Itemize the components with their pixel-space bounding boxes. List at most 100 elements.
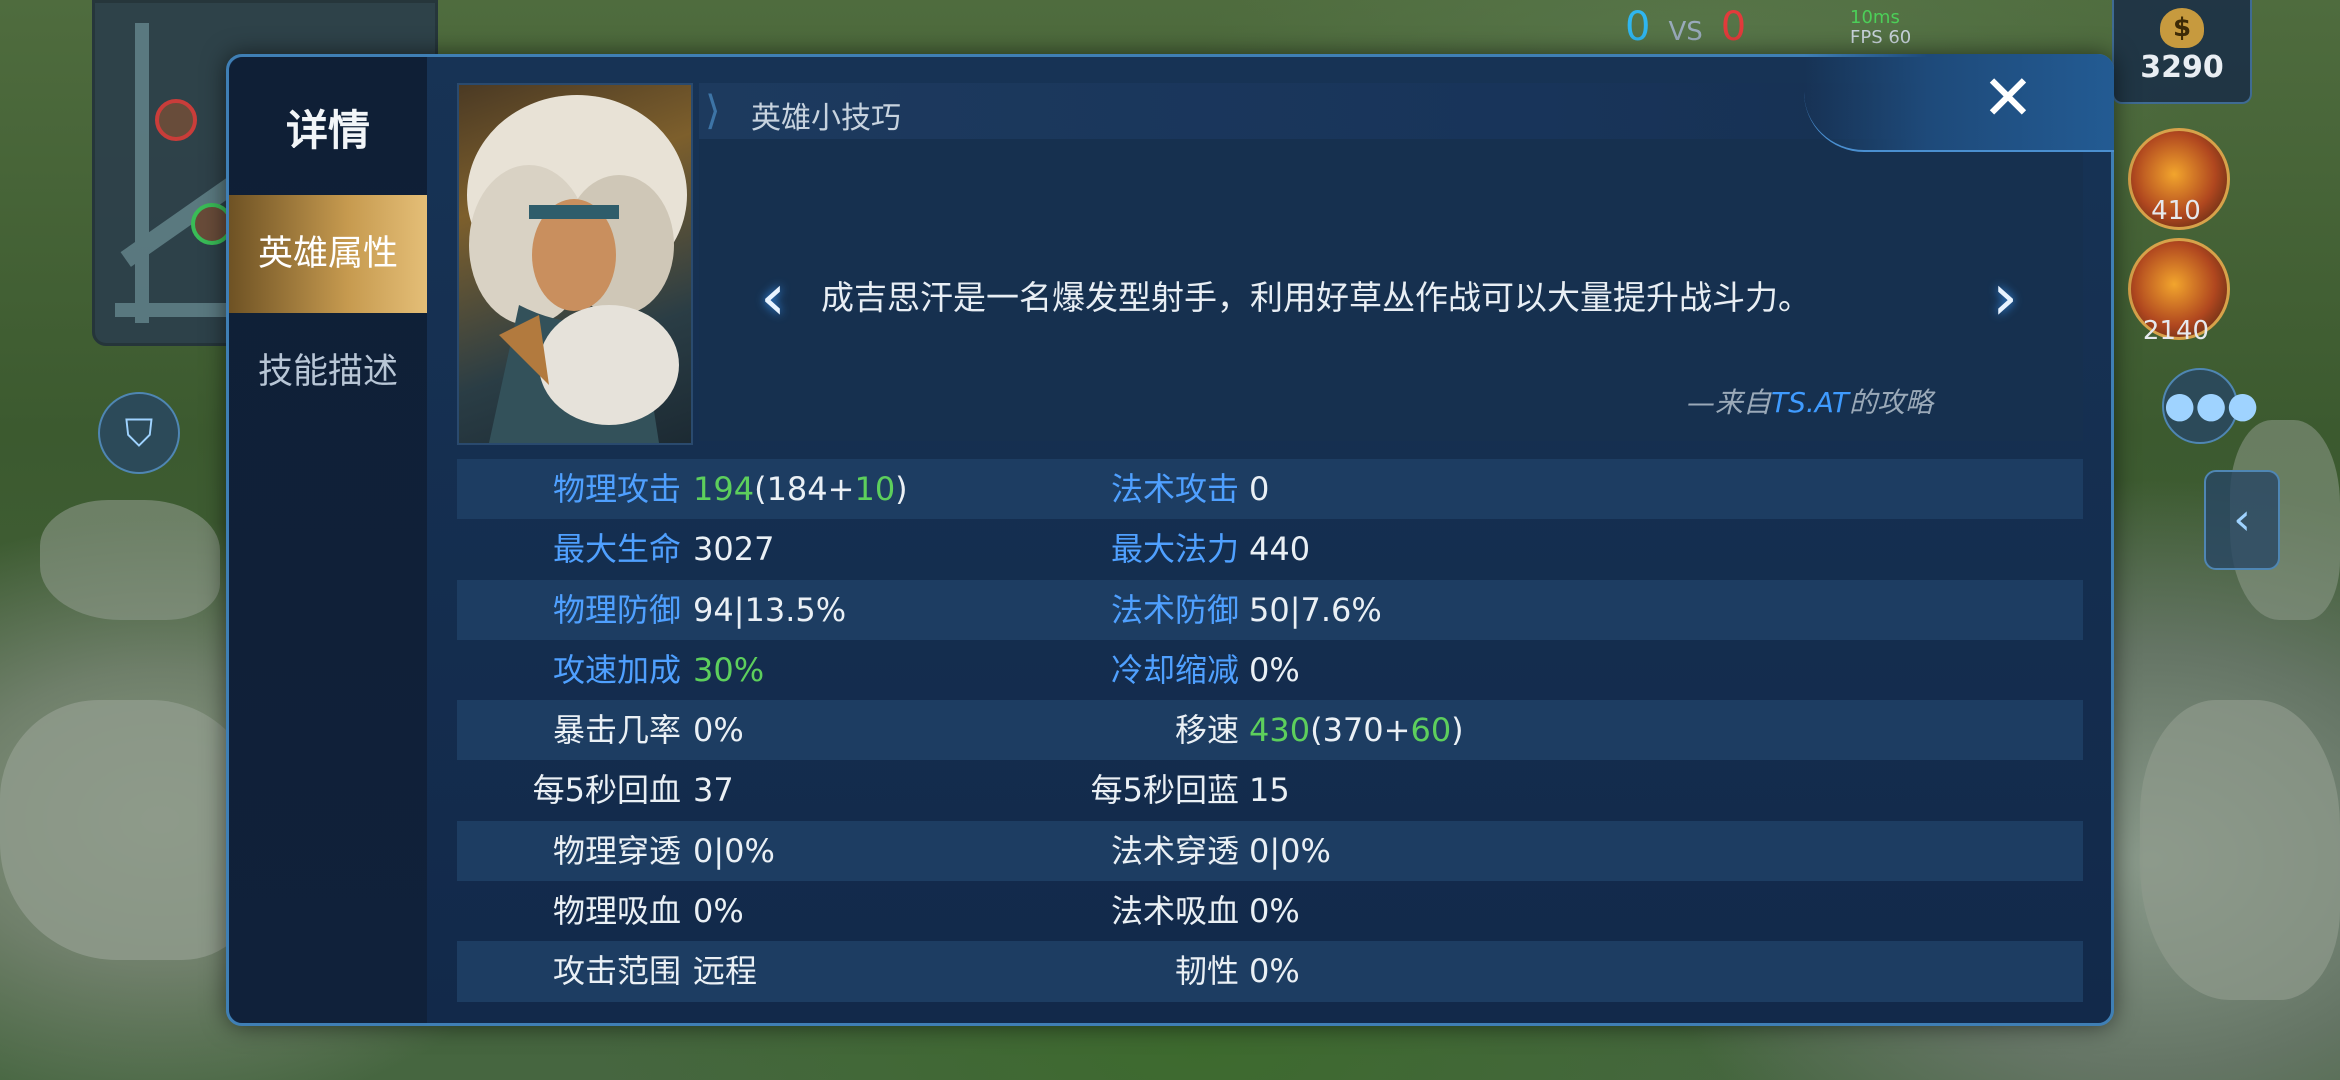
chat-icon[interactable]: ●●● (2162, 368, 2258, 444)
tip-source: —来自TS.AT的攻略 (1687, 381, 1933, 421)
fps-text: FPS 60 (1850, 27, 1912, 48)
shop-item-2-price: 2140 (2142, 316, 2210, 346)
stat-row: 物理吸血 0% 法术吸血 0% (457, 881, 2083, 941)
stat-value-part: 50|7.6% (1249, 590, 1382, 629)
stat-row: 攻速加成 30% 冷却缩减 0% (457, 640, 2083, 700)
stat-value-part: ) (895, 470, 908, 508)
tab-hero-attributes[interactable]: 英雄属性 (229, 195, 427, 313)
close-button-area: ✕ (1804, 54, 2114, 152)
gold-bag-icon: $ (2160, 8, 2204, 48)
stat-value: 0% (693, 700, 744, 760)
network-status: 10ms FPS 60 (1850, 8, 1911, 48)
stat-row: 物理攻击 194(184+10) 法术攻击 0 (457, 459, 2083, 520)
stat-value-part: 60 (1410, 711, 1452, 750)
stat-row: 物理穿透 0|0% 法术穿透 0|0% (457, 820, 2083, 882)
stat-value-part: 远程 (693, 952, 758, 991)
stat-label: 物理吸血 (552, 892, 681, 931)
rock-terrain (2140, 700, 2340, 1000)
stat-value-part: 37 (693, 771, 734, 810)
stat-value-part: 0% (1249, 892, 1300, 931)
stat-value-part: 0% (693, 711, 744, 750)
sidebar-title: 详情 (285, 106, 370, 155)
close-button[interactable]: ✕ (1978, 67, 2038, 129)
stat-value: 0% (1249, 640, 1300, 700)
hero-portrait-art (467, 95, 687, 443)
stat-value-part: 440 (1249, 530, 1311, 569)
stat-label: 物理防御 (552, 590, 681, 629)
stat-label: 最大生命 (552, 530, 681, 569)
score-blue: 0 (1625, 4, 1651, 50)
tab-skill-description[interactable]: 技能描述 (229, 313, 427, 431)
stat-value-part: 94|13.5% (693, 590, 847, 629)
score-vs: VS (1668, 17, 1703, 47)
tip-text: 成吉思汗是一名爆发型射手，利用好草丛作战可以大量提升战斗力。 (821, 278, 1811, 317)
stat-label: 攻速加成 (552, 650, 681, 689)
hero-stats-table: 物理攻击 194(184+10) 法术攻击 0 最大生命 3027 最大法力 440 物理防御 9… (457, 459, 2083, 1002)
stat-row: 物理防御 94|13.5% 法术防御 50|7.6% (457, 579, 2083, 640)
stat-value-part: 194 (693, 470, 755, 508)
rock-terrain (40, 500, 220, 620)
stat-value-part: 0% (693, 892, 744, 931)
stat-value: 30% (693, 640, 764, 700)
stat-value: 430(370+60) (1249, 700, 1464, 760)
stat-label: 冷却缩减 (1110, 650, 1239, 689)
stat-label: 物理穿透 (552, 831, 681, 870)
stat-value-part: (184+ (754, 470, 855, 508)
stat-row: 攻击范围 远程 韧性 0% (457, 941, 2083, 1002)
stat-label: 法术攻击 (1110, 470, 1239, 508)
tips-title: 英雄小技巧 (751, 101, 901, 136)
stat-value-part: (370+ (1310, 711, 1411, 750)
rock-terrain (0, 700, 260, 960)
tip-source-author[interactable]: TS.AT (1771, 386, 1849, 419)
hero-detail-dialog: 详情 英雄属性 技能描述 ⟩ 英雄小技巧 ‹ 成吉思汗是一名爆发型射手，利用好草… (226, 54, 2114, 1026)
stat-value: 94|13.5% (693, 580, 846, 640)
stat-value-part: 0|0% (693, 831, 775, 870)
stat-value: 0% (693, 881, 744, 941)
gold-amount: 3290 (2140, 50, 2224, 85)
dialog-sidebar: 详情 英雄属性 技能描述 (229, 57, 427, 1023)
tip-source-suffix: 的攻略 (1848, 386, 1933, 419)
score-red: 0 (1720, 4, 1747, 50)
stat-row: 每5秒回血 37 每5秒回蓝 15 (457, 760, 2083, 820)
expand-panel-icon[interactable]: ‹ (2204, 470, 2280, 570)
stat-value: 远程 (693, 941, 757, 1001)
stat-label: 暴击几率 (552, 711, 681, 750)
next-tip-button[interactable]: › (1975, 263, 2035, 333)
stat-value-part: 3027 (693, 530, 775, 569)
stat-value: 50|7.6% (1249, 580, 1382, 640)
stat-row: 暴击几率 0% 移速 430(370+60) (457, 700, 2083, 761)
stat-label: 每5秒回血 (532, 771, 681, 810)
stat-value-part: 430 (1249, 711, 1311, 750)
stat-value-part: 15 (1249, 771, 1290, 810)
ping-text: 10ms (1850, 7, 1900, 28)
stat-value-part: 10 (854, 470, 896, 508)
tips-deco-icon: ⟩ (705, 88, 721, 134)
stat-row: 最大生命 3027 最大法力 440 (457, 519, 2083, 579)
prev-tip-button[interactable]: ‹ (743, 263, 803, 333)
stat-label: 最大法力 (1110, 530, 1239, 569)
stat-value: 0 (1249, 459, 1269, 519)
stat-value-part: 0% (1249, 952, 1300, 991)
shield-icon[interactable]: ⛉ (98, 392, 180, 474)
stat-value-part: 0% (1249, 650, 1300, 689)
stat-value-part: 0 (1249, 470, 1270, 508)
stat-value: 0% (1249, 881, 1300, 941)
stat-value: 3027 (693, 519, 774, 579)
tip-source-prefix: —来自 (1686, 386, 1771, 419)
stat-value: 37 (693, 760, 734, 820)
stat-value: 0|0% (693, 821, 775, 881)
stat-label: 法术穿透 (1110, 831, 1239, 870)
stat-label: 法术防御 (1110, 590, 1239, 629)
stat-value: 0|0% (1249, 821, 1331, 881)
stat-label: 移速 (1174, 711, 1239, 750)
stat-label: 物理攻击 (552, 470, 681, 508)
hero-portrait (457, 83, 693, 445)
stat-value-part: ) (1451, 711, 1464, 750)
stat-label: 每5秒回蓝 (1090, 771, 1239, 810)
stat-value-part: 30% (693, 650, 765, 689)
stat-value-part: 0|0% (1249, 831, 1331, 870)
stat-value: 194(184+10) (693, 459, 908, 519)
gold-counter[interactable]: $ 3290 (2112, 0, 2252, 104)
enemy-hero-marker (155, 99, 197, 141)
stat-value: 0% (1249, 941, 1300, 1001)
